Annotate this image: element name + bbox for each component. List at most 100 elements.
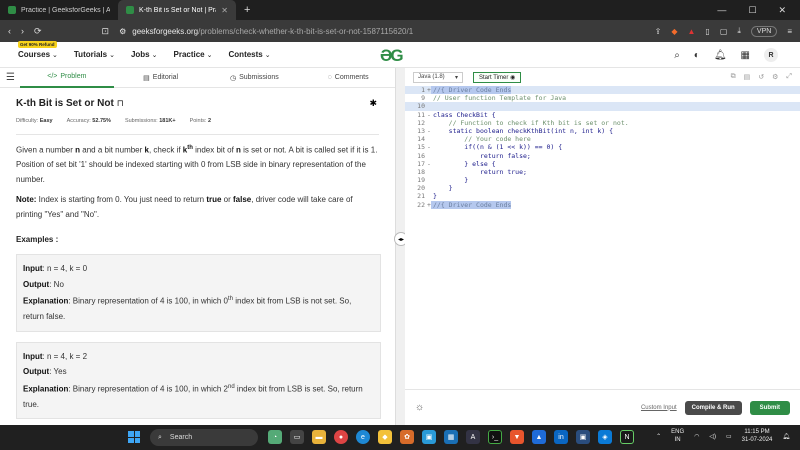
windows-start-icon[interactable] bbox=[128, 431, 140, 443]
file-explorer-icon[interactable]: ▬ bbox=[312, 430, 326, 444]
clock[interactable]: 11:15 PM 31-07-2024 bbox=[742, 428, 773, 444]
notification-icon[interactable]: 🔔︎ bbox=[782, 433, 790, 440]
submit-button[interactable]: Submit bbox=[749, 400, 790, 415]
url-field[interactable]: ⚙ geeksforgeeks.org/problems/check-wheth… bbox=[119, 27, 645, 36]
code-line[interactable]: 1 +//{ Driver Code Ends bbox=[405, 86, 800, 95]
minimize-icon[interactable]: — bbox=[717, 5, 726, 16]
taskbar-search[interactable]: ⌕ Search bbox=[150, 429, 258, 446]
app-icon[interactable]: ▣ bbox=[576, 430, 590, 444]
tab-editorial[interactable]: ▤ Editorial bbox=[114, 68, 208, 88]
bookmark-icon[interactable]: ⊓ bbox=[117, 98, 124, 109]
sidebar-icon[interactable]: ▯ bbox=[705, 27, 709, 36]
menu-icon[interactable]: ≡ bbox=[787, 27, 792, 36]
apps-icon[interactable]: ▦ bbox=[741, 50, 750, 61]
close-tab-icon[interactable]: ✕ bbox=[221, 6, 228, 15]
menu-icon[interactable]: ☰ bbox=[0, 72, 20, 83]
gfg-logo[interactable]: ƏG bbox=[380, 46, 404, 66]
code-line[interactable]: 14 // Your code here bbox=[405, 135, 800, 143]
back-icon[interactable]: ‹ bbox=[8, 26, 11, 36]
maximize-icon[interactable]: ☐ bbox=[748, 5, 756, 16]
new-tab-button[interactable]: + bbox=[236, 4, 258, 16]
dark-mode-icon[interactable]: ◐ bbox=[694, 50, 700, 61]
photos-icon[interactable]: ▣ bbox=[422, 430, 436, 444]
notification-bell-icon[interactable]: 🔔︎ bbox=[714, 50, 727, 61]
custom-input-link[interactable]: Custom Input bbox=[641, 405, 677, 411]
nav-label: Courses bbox=[18, 50, 51, 59]
task-view-icon[interactable]: ▭ bbox=[290, 430, 304, 444]
app-icon[interactable]: ◆ bbox=[378, 430, 392, 444]
rewards-icon[interactable]: ▲ bbox=[687, 27, 695, 36]
nav-practice[interactable]: Practice ⌄ bbox=[174, 50, 213, 59]
tab-comments[interactable]: ◌ Comments bbox=[301, 68, 395, 88]
app-icon[interactable]: ◈ bbox=[598, 430, 612, 444]
language-indicator[interactable]: ENG IN bbox=[671, 428, 684, 444]
nav-jobs[interactable]: Jobs ⌄ bbox=[131, 50, 158, 59]
code-line[interactable]: 20 } bbox=[405, 184, 800, 192]
chevron-up-icon[interactable]: ⌃ bbox=[656, 433, 661, 440]
lightbulb-icon[interactable]: ☼ bbox=[415, 402, 424, 413]
line-number: 13 bbox=[417, 126, 425, 135]
code-line[interactable]: 11- class CheckBit { bbox=[405, 111, 800, 119]
wallet-icon[interactable]: ▢ bbox=[720, 27, 728, 36]
close-window-icon[interactable]: ✕ bbox=[778, 5, 786, 16]
avatar[interactable]: R bbox=[764, 48, 778, 62]
code-line[interactable]: 12 // Function to check if Kth bit is se… bbox=[405, 119, 800, 127]
code-line[interactable]: 18 return true; bbox=[405, 168, 800, 176]
settings-icon[interactable]: ⚙ bbox=[772, 73, 778, 81]
code-line[interactable]: 15- if((n & (1 << k)) == 0) { bbox=[405, 143, 800, 151]
store-icon[interactable]: ▦ bbox=[444, 430, 458, 444]
share-icon[interactable]: ⇪ bbox=[655, 27, 662, 36]
notepad-icon[interactable]: N bbox=[620, 430, 634, 444]
wifi-icon[interactable]: ◠ bbox=[694, 433, 699, 440]
file-icon[interactable]: ▤ bbox=[744, 73, 751, 81]
app-icon[interactable]: ✿ bbox=[400, 430, 414, 444]
linkedin-icon[interactable]: in bbox=[554, 430, 568, 444]
offer-badge: Get 90% Refund bbox=[18, 41, 57, 48]
code-line[interactable]: 13- static boolean checkKthBit(int n, in… bbox=[405, 127, 800, 135]
tab-problem[interactable]: </> Problem bbox=[20, 68, 114, 88]
nav-contests[interactable]: Contests ⌄ bbox=[229, 50, 271, 59]
brave-shield-icon[interactable]: ◆ bbox=[671, 27, 677, 36]
edge-icon[interactable]: e bbox=[356, 430, 370, 444]
search-icon[interactable]: ⌕ bbox=[674, 50, 680, 61]
language-select[interactable]: Java (1.8) ▾ bbox=[413, 71, 463, 83]
battery-icon[interactable]: ▭ bbox=[726, 433, 732, 440]
search-icon: ⌕ bbox=[158, 433, 162, 441]
start-timer-button[interactable]: Start Timer ◉ bbox=[473, 71, 522, 83]
line-number: 14 bbox=[417, 135, 425, 144]
terminal-icon[interactable]: ›_ bbox=[488, 430, 502, 444]
forward-icon[interactable]: › bbox=[21, 26, 24, 36]
code-line[interactable]: 17- } else { bbox=[405, 160, 800, 168]
code-line[interactable]: 10 bbox=[405, 102, 800, 111]
code-editor[interactable]: 1 +//{ Driver Code Ends 9 // User function … bbox=[405, 86, 800, 389]
nav-tutorials[interactable]: Tutorials ⌄ bbox=[74, 50, 115, 59]
panel-divider[interactable]: ◂▸ bbox=[394, 68, 408, 425]
app-icon[interactable]: A bbox=[466, 430, 480, 444]
volume-icon[interactable]: ◁) bbox=[709, 433, 716, 440]
tab-submissions[interactable]: ◷ Submissions bbox=[208, 68, 302, 88]
reset-icon[interactable]: ↺ bbox=[758, 73, 764, 81]
code-line[interactable]: 22 +//{ Driver Code Ends bbox=[405, 200, 800, 209]
brave-icon[interactable]: ▼ bbox=[510, 430, 524, 444]
site-info-icon[interactable]: ⚙ bbox=[119, 27, 126, 36]
vpn-button[interactable]: VPN bbox=[750, 25, 778, 37]
app-icon[interactable]: ▲ bbox=[532, 430, 546, 444]
compile-run-button[interactable]: Compile & Run bbox=[684, 400, 742, 415]
reload-icon[interactable]: ⟳ bbox=[34, 26, 42, 37]
fullscreen-icon[interactable]: ⤢ bbox=[786, 73, 792, 81]
code-line[interactable]: 9 // User function Template for Java bbox=[405, 94, 800, 102]
chrome-icon[interactable]: ● bbox=[334, 430, 348, 444]
code-line[interactable]: 16 return false; bbox=[405, 152, 800, 160]
browser-tab-kth-bit[interactable]: K-th Bit is Set or Not | Practice | ✕ bbox=[118, 0, 236, 20]
code-line[interactable]: 19 } bbox=[405, 176, 800, 184]
code-line[interactable]: 21} bbox=[405, 192, 800, 200]
widgets-icon[interactable]: ◔ bbox=[268, 430, 282, 444]
browser-tab-practice[interactable]: Practice | GeeksforGeeks | A compu bbox=[0, 0, 118, 20]
copy-icon[interactable]: ⧉ bbox=[731, 73, 736, 81]
url-host: geeksforgeeks.org bbox=[132, 26, 199, 36]
downloads-icon[interactable]: ⤓ bbox=[737, 26, 741, 36]
search-label: Search bbox=[169, 434, 193, 441]
bookmark-icon[interactable]: ⊡ bbox=[102, 26, 110, 37]
nav-courses[interactable]: Get 90% Refund Courses ⌄ bbox=[18, 41, 58, 59]
report-bug-icon[interactable]: ✱ bbox=[369, 98, 377, 109]
